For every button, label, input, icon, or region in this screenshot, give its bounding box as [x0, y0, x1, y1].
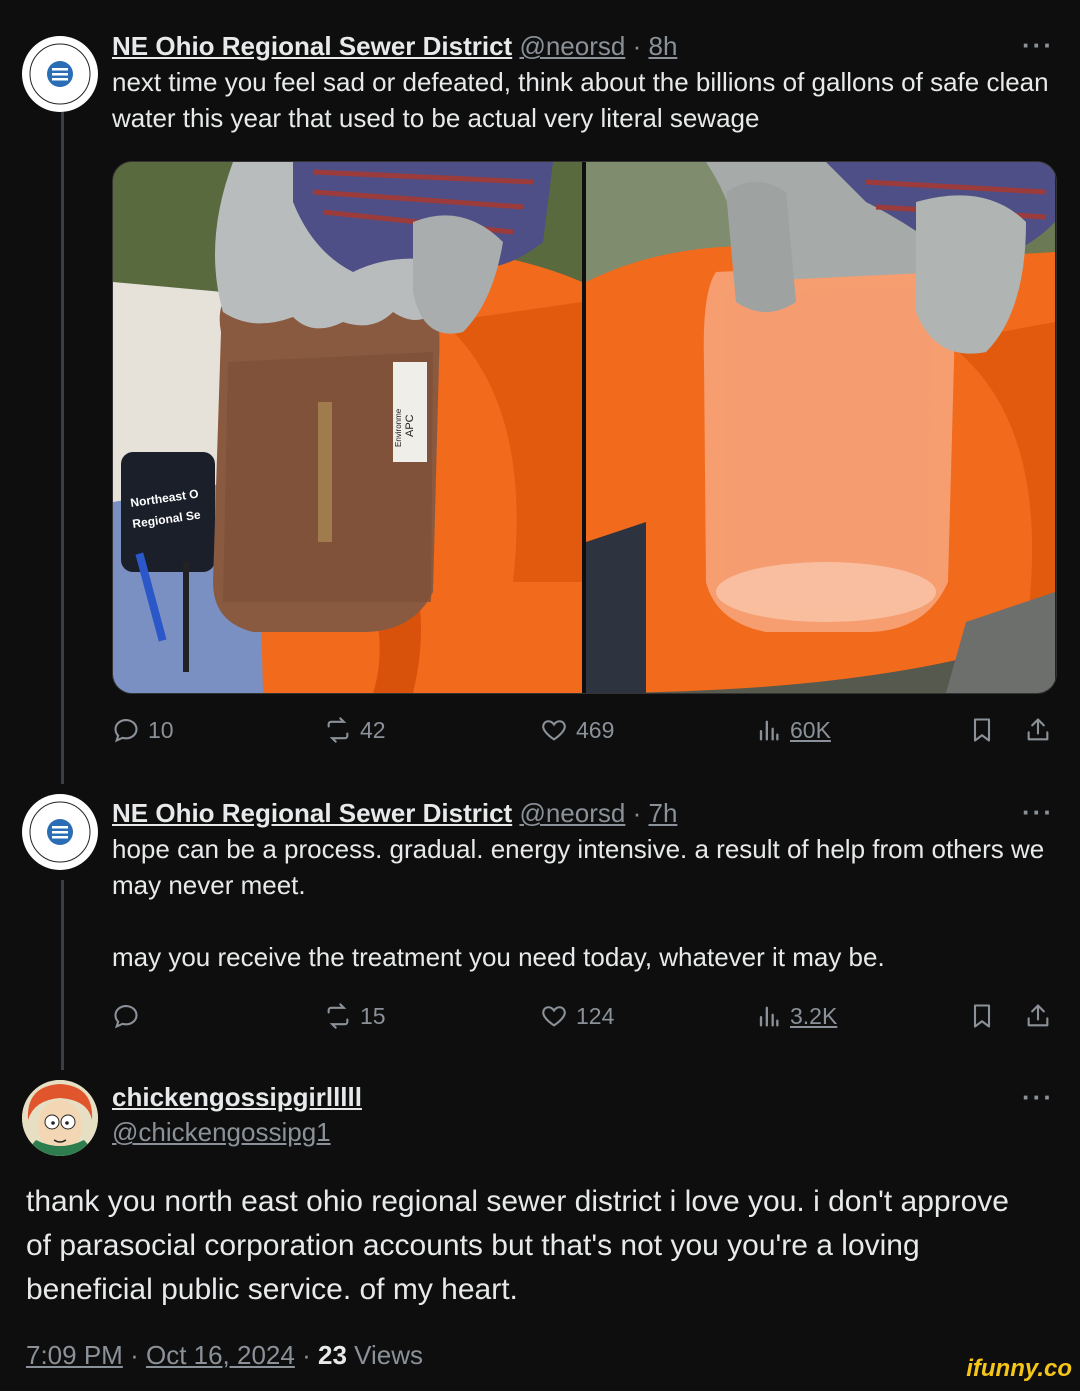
- repost-button[interactable]: 15: [324, 1002, 386, 1030]
- jar-label: APC: [404, 414, 416, 437]
- district-logo-icon: [23, 37, 97, 111]
- reply-button[interactable]: [112, 1002, 148, 1030]
- reply-meta: 7:09 PM · Oct 16, 2024 · 23 Views: [26, 1340, 423, 1371]
- repost-count: 42: [360, 716, 386, 743]
- bookmark-icon: [973, 1004, 991, 1028]
- more-icon[interactable]: ···: [1022, 1082, 1054, 1113]
- like-button[interactable]: 469: [540, 716, 614, 744]
- post-1-actions: 10 42 469 60K: [112, 716, 1056, 756]
- views-count: 60K: [790, 716, 831, 743]
- reply-display-name[interactable]: chickengossipgirlllll: [112, 1082, 1054, 1113]
- like-button[interactable]: 124: [540, 1002, 614, 1030]
- cartoon-avatar-icon: [22, 1080, 98, 1156]
- reply-button[interactable]: 10: [112, 716, 174, 744]
- reply-header: chickengossipgirlllll @chickengossipg1 ·…: [112, 1082, 1054, 1148]
- post-header: NE Ohio Regional Sewer District @neorsd …: [112, 30, 1054, 62]
- share-button[interactable]: [1024, 716, 1052, 744]
- like-icon: [542, 1006, 566, 1027]
- thread-line-1: [61, 112, 64, 784]
- more-icon[interactable]: ···: [1022, 30, 1054, 61]
- separator: ·: [130, 1340, 139, 1370]
- post-2[interactable]: NE Ohio Regional Sewer District @neorsd …: [112, 797, 1054, 975]
- reply-icon: [114, 719, 138, 743]
- post-paragraph-2: may you receive the treatment you need t…: [112, 942, 885, 972]
- repost-button[interactable]: 42: [324, 716, 386, 744]
- share-button[interactable]: [1024, 1002, 1052, 1030]
- author-handle[interactable]: @neorsd: [519, 31, 625, 61]
- photo-clean-water[interactable]: [586, 162, 1055, 693]
- post-text: next time you feel sad or defeated, thin…: [112, 67, 1049, 133]
- post-paragraph-1: hope can be a process. gradual. energy i…: [112, 834, 1045, 900]
- like-icon: [542, 720, 566, 741]
- like-count: 124: [576, 1002, 615, 1029]
- thread-line-2: [61, 880, 64, 1070]
- clean-jar-photo: [586, 162, 1055, 693]
- separator: ·: [302, 1340, 311, 1370]
- author-name[interactable]: NE Ohio Regional Sewer District: [112, 31, 512, 61]
- reply-views-label: Views: [354, 1340, 424, 1370]
- district-logo-icon: [23, 795, 97, 869]
- sewage-jar-photo: Northeast O Regional Se APC Environme: [113, 162, 582, 693]
- bookmark-button[interactable]: [968, 1002, 996, 1030]
- post-1[interactable]: NE Ohio Regional Sewer District @neorsd …: [112, 30, 1054, 136]
- reply-views-count: 23: [318, 1340, 347, 1370]
- author-name[interactable]: NE Ohio Regional Sewer District: [112, 798, 512, 828]
- post-2-actions: 15 124 3.2K: [112, 1002, 1056, 1042]
- views-icon: [759, 1006, 779, 1027]
- repost-count: 15: [360, 1002, 386, 1029]
- jar-label-small: Environme: [394, 408, 403, 447]
- repost-icon: [327, 717, 349, 743]
- reply-date[interactable]: Oct 16, 2024: [146, 1340, 295, 1370]
- views-button[interactable]: 60K: [754, 716, 831, 744]
- post-time[interactable]: 7h: [648, 798, 677, 828]
- reply-count: 10: [148, 716, 174, 743]
- share-icon: [1027, 718, 1049, 741]
- reply-time[interactable]: 7:09 PM: [26, 1340, 123, 1370]
- views-count: 3.2K: [790, 1002, 838, 1029]
- reply-icon: [114, 1005, 138, 1029]
- views-icon: [759, 720, 779, 741]
- share-icon: [1027, 1004, 1049, 1027]
- post-header: NE Ohio Regional Sewer District @neorsd …: [112, 797, 1054, 829]
- district-avatar[interactable]: [22, 36, 98, 112]
- bookmark-button[interactable]: [968, 716, 996, 744]
- post-text: hope can be a process. gradual. energy i…: [112, 831, 1054, 975]
- post-media[interactable]: Northeast O Regional Se APC Environme: [112, 161, 1057, 694]
- reply-handle[interactable]: @chickengossipg1: [112, 1117, 1054, 1148]
- bookmark-icon: [973, 718, 991, 742]
- separator: ·: [632, 31, 642, 61]
- views-button[interactable]: 3.2K: [754, 1002, 837, 1030]
- reply-text: thank you north east ohio regional sewer…: [26, 1185, 1009, 1306]
- district-avatar-2[interactable]: [22, 794, 98, 870]
- photo-dirty-water[interactable]: Northeast O Regional Se APC Environme: [113, 162, 582, 693]
- author-handle[interactable]: @neorsd: [519, 798, 625, 828]
- more-icon[interactable]: ···: [1022, 797, 1054, 828]
- post-time[interactable]: 8h: [648, 31, 677, 61]
- like-count: 469: [576, 716, 615, 743]
- separator: ·: [632, 798, 642, 828]
- watermark: ifunny.co: [966, 1355, 1072, 1382]
- reply-avatar[interactable]: [22, 1080, 98, 1156]
- repost-icon: [327, 1003, 349, 1029]
